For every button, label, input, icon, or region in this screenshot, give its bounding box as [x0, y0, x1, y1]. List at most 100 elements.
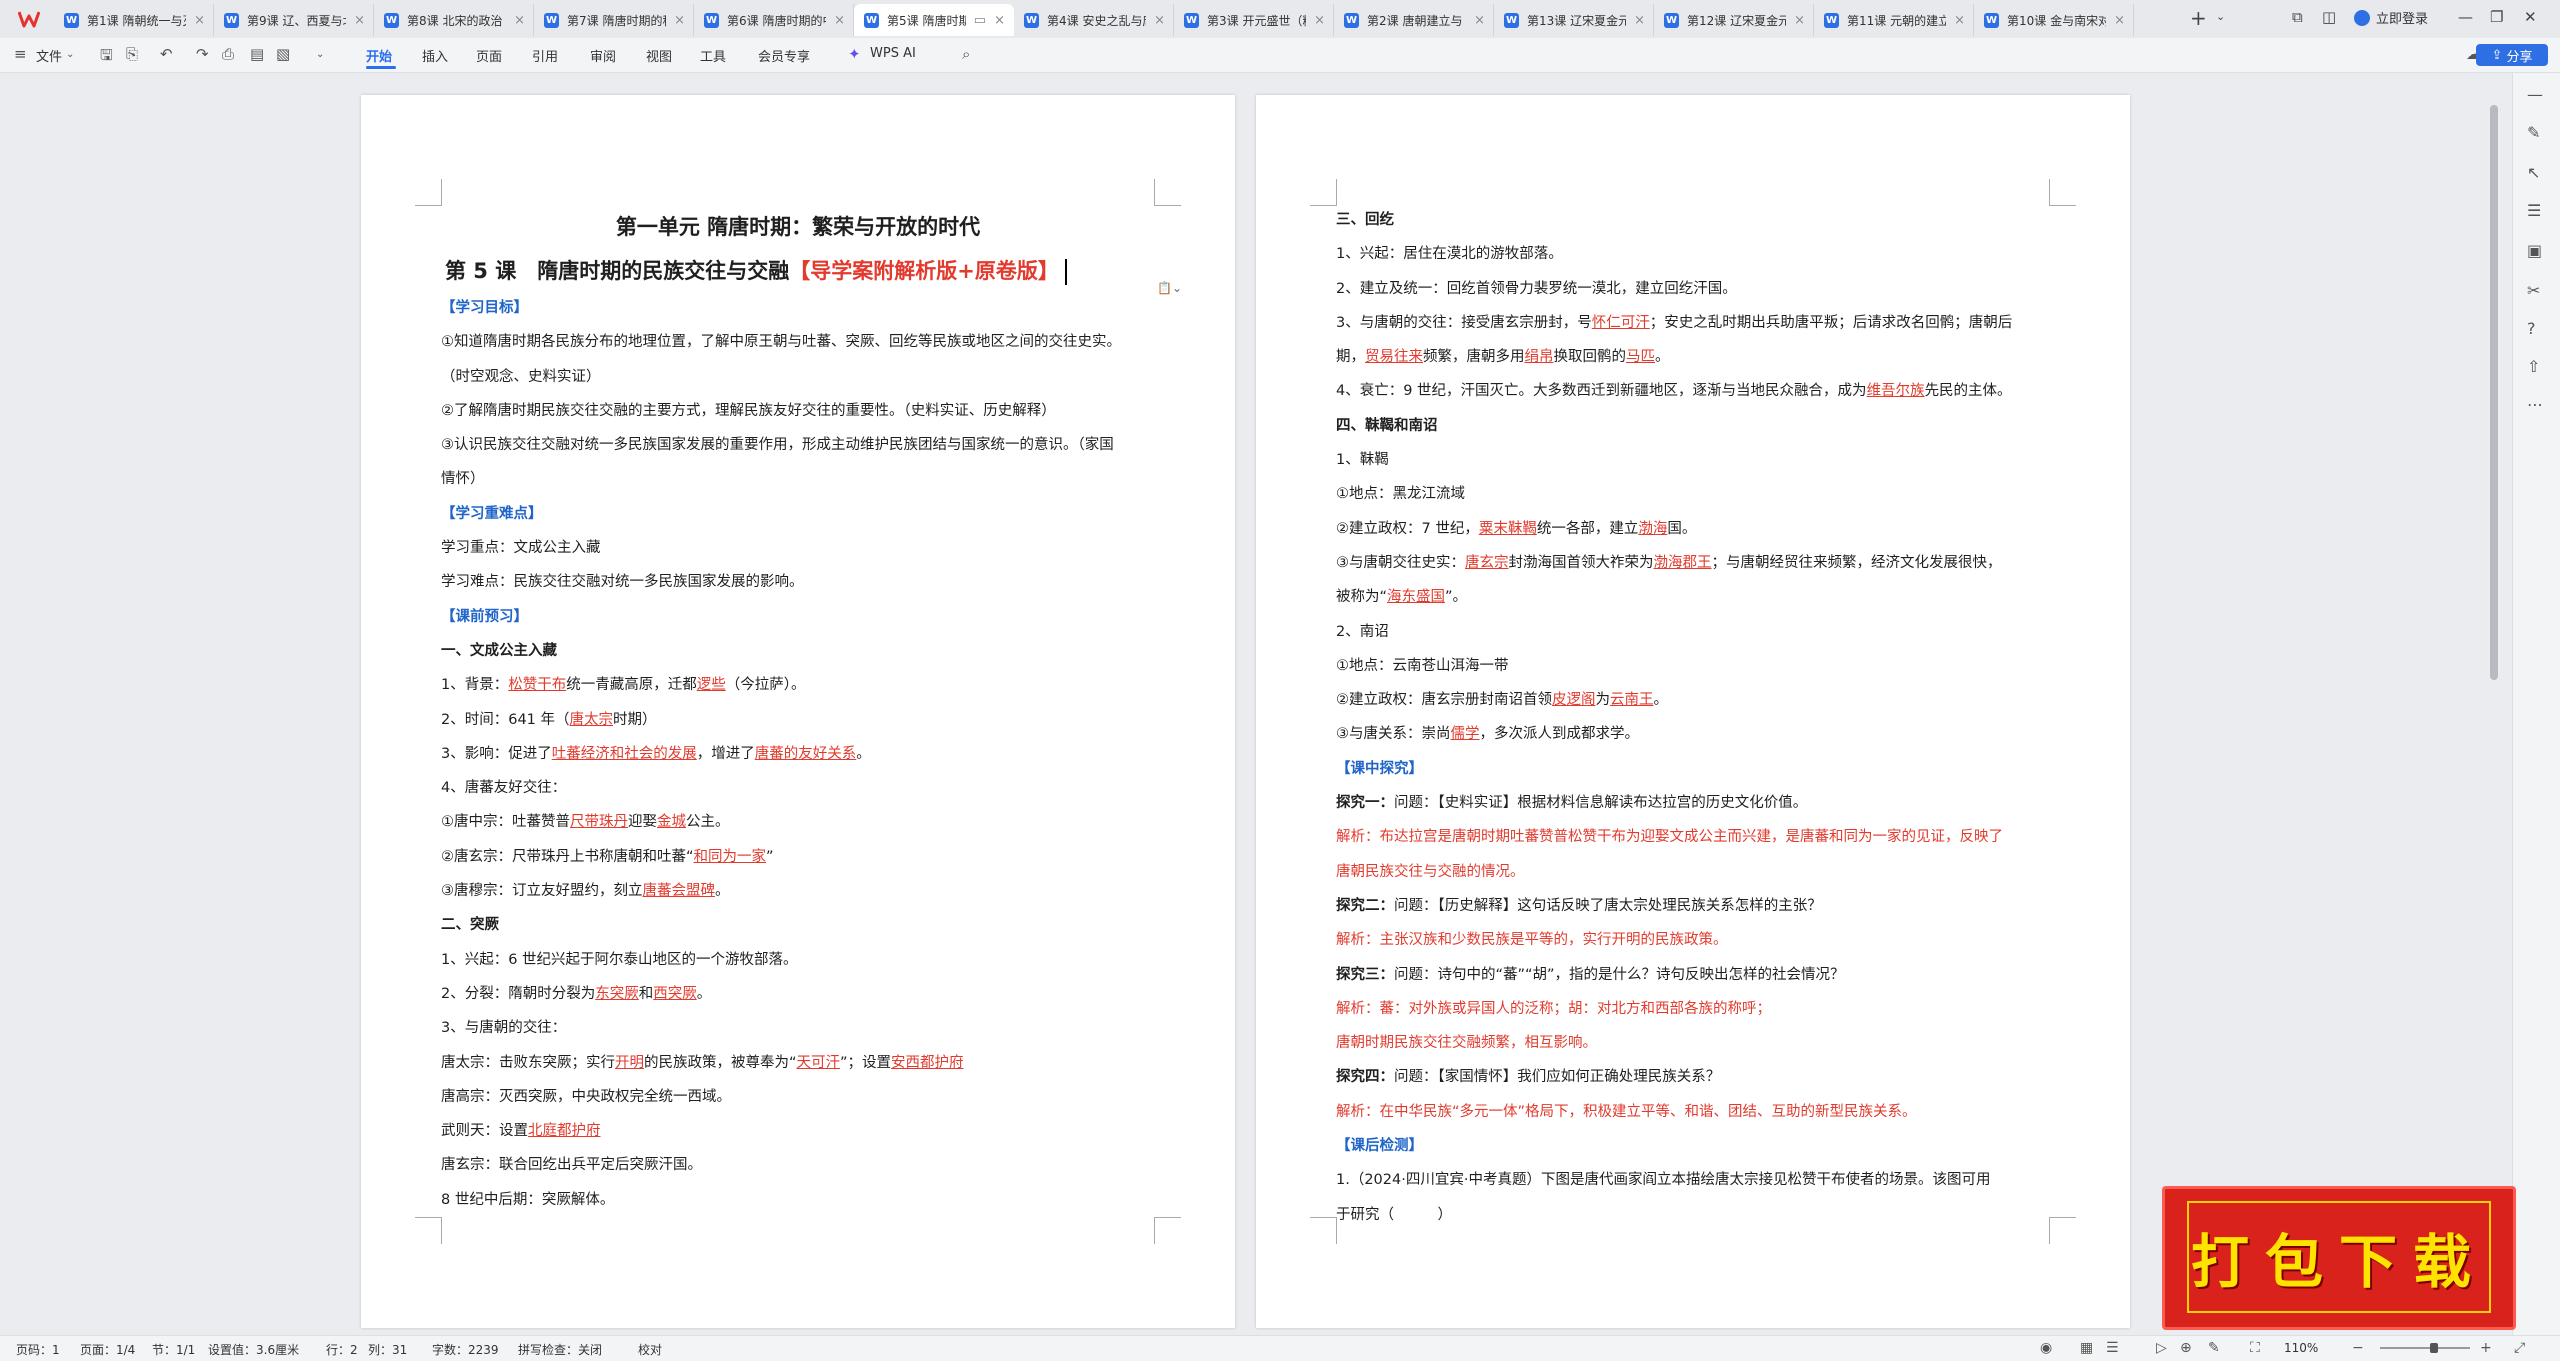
close-tab-icon[interactable]: × — [1954, 13, 1965, 28]
minimize-icon[interactable]: — — [2458, 8, 2473, 26]
more-icon[interactable]: ⋯ — [2527, 395, 2543, 414]
menu-item[interactable]: 视图 — [646, 46, 672, 65]
tools-icon[interactable]: ✂ — [2527, 281, 2540, 300]
close-tab-icon[interactable]: × — [994, 13, 1005, 28]
hamburger-menu-icon[interactable]: ≡ — [14, 45, 27, 63]
close-tab-icon[interactable]: × — [1794, 13, 1805, 28]
export-pdf-icon[interactable]: ▤ — [250, 45, 264, 63]
document-page-1[interactable]: 第一单元 隋唐时期：繁荣与开放的时代 ⠿ 第 5 课 隋唐时期的民族交往与交融【… — [361, 95, 1235, 1328]
menu-item[interactable]: 审阅 — [590, 46, 616, 65]
play-icon[interactable]: ▷ — [2156, 1340, 2167, 1356]
document-tab[interactable]: W 第6课 隋唐时期的中 × — [694, 4, 854, 36]
share-button[interactable]: ⇪ 分享 — [2476, 44, 2548, 66]
close-tab-icon[interactable]: × — [194, 13, 205, 28]
status-proof[interactable]: 校对 — [638, 1341, 662, 1358]
menu-item[interactable]: 页面 — [476, 46, 502, 65]
document-tab[interactable]: W 第9课 辽、西夏与北 × — [214, 4, 374, 36]
window-list-icon[interactable]: ⧉ — [2292, 8, 2303, 26]
help-icon[interactable]: ? — [2527, 319, 2536, 338]
wps-ai-button[interactable]: WPS AI — [870, 46, 916, 61]
file-menu[interactable]: 文件 — [36, 46, 62, 65]
close-tab-icon[interactable]: × — [1154, 13, 1165, 28]
select-icon[interactable]: ↖ — [2527, 163, 2540, 182]
menu-item[interactable]: 插入 — [422, 46, 448, 65]
menu-item[interactable]: 会员专享 — [758, 46, 810, 65]
write-view-icon[interactable]: ✎ — [2208, 1340, 2220, 1356]
close-tab-icon[interactable]: × — [834, 13, 845, 28]
save-icon[interactable]: 🖫 — [100, 45, 113, 70]
image-icon[interactable]: ▣ — [2527, 241, 2542, 260]
answer-blank: 东突厥 — [595, 985, 639, 1002]
more-chevron-icon[interactable]: ⌄ — [316, 49, 324, 60]
document-tab[interactable]: W 第2课 唐朝建立与 × — [1334, 4, 1494, 36]
edit-icon[interactable]: ✎ — [2527, 123, 2540, 142]
tab-list-chevron-icon[interactable]: ⌄ — [2216, 10, 2225, 23]
page-1-content[interactable]: 第一单元 隋唐时期：繁荣与开放的时代 ⠿ 第 5 课 隋唐时期的民族交往与交融【… — [441, 207, 1155, 1238]
zoom-slider-handle[interactable] — [2430, 1343, 2438, 1353]
wps-logo-icon[interactable] — [10, 7, 48, 31]
web-view-icon[interactable]: ⊕ — [2180, 1340, 2192, 1356]
outline-view-icon[interactable]: ☰ — [2106, 1340, 2119, 1356]
close-tab-icon[interactable]: × — [514, 13, 525, 28]
wps-ai-icon[interactable]: ✦ — [848, 45, 861, 63]
status-setting[interactable]: 设置值：3.6厘米 — [208, 1341, 299, 1358]
zoom-slider-track[interactable] — [2380, 1347, 2470, 1349]
close-tab-icon[interactable]: × — [354, 13, 365, 28]
close-tab-icon[interactable]: × — [1634, 13, 1645, 28]
menu-item[interactable]: 开始 — [366, 46, 392, 65]
document-tab[interactable]: W 第10课 金与南宋对 × — [1974, 4, 2134, 36]
share-panel-icon[interactable]: ⇧ — [2527, 357, 2540, 376]
status-section[interactable]: 节：1/1 — [152, 1341, 195, 1358]
document-tab[interactable]: W 第1课 隋朝统一与灭 × — [54, 4, 214, 36]
document-tab[interactable]: W 第8课 北宋的政治 × — [374, 4, 534, 36]
document-page-2[interactable]: 三、回纥 1、兴起：居住在漠北的游牧部落。 2、建立及统一：回纥首领骨力裴罗统一漠北… — [1256, 95, 2130, 1328]
format-painter-icon[interactable]: ▧ — [276, 45, 290, 63]
new-tab-plus-icon[interactable]: + — [2190, 6, 2207, 30]
page-2-content[interactable]: 三、回纥 1、兴起：居住在漠北的游牧部落。 2、建立及统一：回纥首领骨力裴罗统一漠北… — [1336, 203, 2050, 1238]
active-menu-indicator — [366, 66, 396, 69]
document-tab[interactable]: W 第3课 开元盛世（精 × — [1174, 4, 1334, 36]
redo-icon[interactable]: ↷ — [196, 45, 209, 63]
fit-page-icon[interactable]: ⛶ — [2250, 1340, 2260, 1356]
file-chevron-icon[interactable]: ⌄ — [66, 49, 74, 60]
document-tab[interactable]: W 第11课 元朝的建立 × — [1814, 4, 1974, 36]
status-page[interactable]: 页面：1/4 — [80, 1341, 135, 1358]
download-banner-text: 打包下载 — [2190, 1228, 2487, 1296]
undo-icon[interactable]: ↶ — [160, 45, 173, 63]
screen-icon[interactable]: ▭ — [974, 13, 986, 28]
status-spell[interactable]: 拼写检查：关闭 — [518, 1341, 602, 1358]
print-icon[interactable]: ⎙ — [222, 45, 234, 63]
fullscreen-icon[interactable]: ⤢ — [2514, 1340, 2525, 1356]
status-words[interactable]: 字数：2239 — [432, 1341, 499, 1358]
restore-icon[interactable]: ❐ — [2490, 8, 2503, 26]
line-text: ；安史之乱时期出兵助唐平叛；后请求改名回鹘；唐朝后 — [1649, 314, 2013, 331]
settings-sliders-icon[interactable]: ☰ — [2527, 201, 2541, 220]
vertical-scrollbar[interactable] — [2490, 105, 2498, 680]
close-tab-icon[interactable]: × — [674, 13, 685, 28]
paste-options-icon[interactable]: 📋⌄ — [1157, 281, 1187, 301]
page-view-icon[interactable]: ▦ — [2080, 1340, 2093, 1356]
close-tab-icon[interactable]: × — [1474, 13, 1485, 28]
menu-item[interactable]: 引用 — [532, 46, 558, 65]
open-icon[interactable]: ⎘ — [126, 45, 138, 63]
document-tab[interactable]: W 第5课 隋唐时期 ▭ × — [854, 4, 1014, 36]
close-tab-icon[interactable]: × — [2114, 13, 2125, 28]
close-tab-icon[interactable]: × — [1314, 13, 1325, 28]
status-page-code[interactable]: 页码：1 — [16, 1341, 60, 1358]
close-window-icon[interactable]: ✕ — [2524, 8, 2537, 26]
layout-icon[interactable]: ◫ — [2322, 8, 2336, 26]
document-tab[interactable]: W 第13课 辽宋夏金元 × — [1494, 4, 1654, 36]
document-tab[interactable]: W 第7课 隋唐时期的科 × — [534, 4, 694, 36]
eye-protect-icon[interactable]: ◉ — [2040, 1340, 2052, 1356]
document-tab[interactable]: W 第4课 安史之乱与唐 × — [1014, 4, 1174, 36]
text-line: 武则天：设置北庭都护府 — [441, 1114, 1155, 1148]
menu-item[interactable]: 工具 — [700, 46, 726, 65]
zoom-in-icon[interactable]: + — [2480, 1340, 2492, 1356]
login-button[interactable]: 立即登录 — [2354, 8, 2428, 27]
zoom-out-icon[interactable]: − — [2352, 1340, 2364, 1356]
search-icon[interactable]: ⌕ — [962, 45, 970, 63]
zoom-level[interactable]: 110% — [2284, 1341, 2318, 1355]
document-tab[interactable]: W 第12课 辽宋夏金元 × — [1654, 4, 1814, 36]
download-package-banner[interactable]: 打包下载 — [2162, 1186, 2516, 1330]
collapse-icon[interactable]: — — [2527, 85, 2543, 104]
